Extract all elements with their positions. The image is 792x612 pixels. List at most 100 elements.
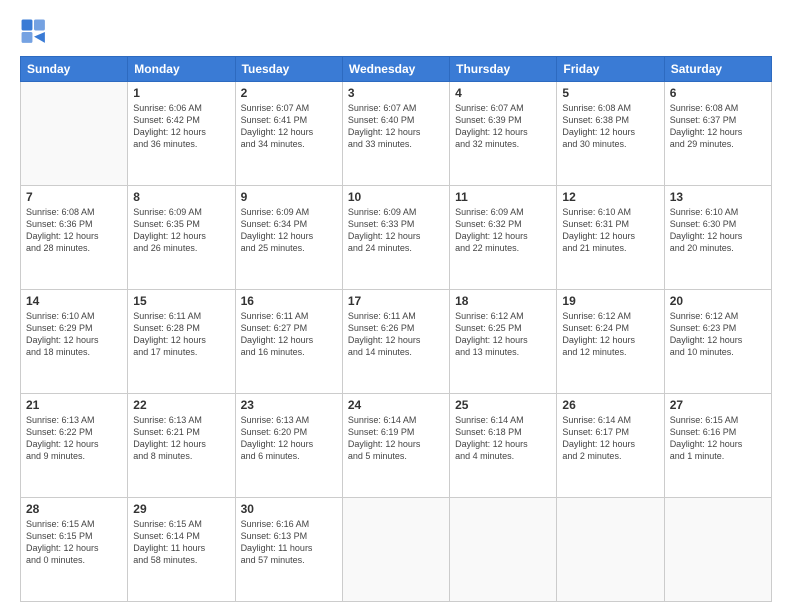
week-row-3: 14 Sunrise: 6:10 AM Sunset: 6:29 PM Dayli… xyxy=(21,290,772,394)
day-info: Sunrise: 6:15 AM Sunset: 6:15 PM Dayligh… xyxy=(26,518,122,567)
day-cell: 5 Sunrise: 6:08 AM Sunset: 6:38 PM Daylig… xyxy=(557,82,664,186)
day-info: Sunrise: 6:08 AM Sunset: 6:37 PM Dayligh… xyxy=(670,102,766,151)
day-number: 19 xyxy=(562,294,658,308)
day-cell xyxy=(450,498,557,602)
calendar-table: SundayMondayTuesdayWednesdayThursdayFrid… xyxy=(20,56,772,602)
day-cell: 23 Sunrise: 6:13 AM Sunset: 6:20 PM Dayli… xyxy=(235,394,342,498)
day-info: Sunrise: 6:10 AM Sunset: 6:31 PM Dayligh… xyxy=(562,206,658,255)
day-number: 13 xyxy=(670,190,766,204)
day-info: Sunrise: 6:16 AM Sunset: 6:13 PM Dayligh… xyxy=(241,518,337,567)
weekday-header-row: SundayMondayTuesdayWednesdayThursdayFrid… xyxy=(21,57,772,82)
logo-icon xyxy=(20,18,48,46)
day-info: Sunrise: 6:09 AM Sunset: 6:33 PM Dayligh… xyxy=(348,206,444,255)
day-info: Sunrise: 6:12 AM Sunset: 6:25 PM Dayligh… xyxy=(455,310,551,359)
day-info: Sunrise: 6:15 AM Sunset: 6:14 PM Dayligh… xyxy=(133,518,229,567)
day-info: Sunrise: 6:14 AM Sunset: 6:18 PM Dayligh… xyxy=(455,414,551,463)
day-info: Sunrise: 6:14 AM Sunset: 6:19 PM Dayligh… xyxy=(348,414,444,463)
day-cell: 21 Sunrise: 6:13 AM Sunset: 6:22 PM Dayli… xyxy=(21,394,128,498)
day-info: Sunrise: 6:11 AM Sunset: 6:27 PM Dayligh… xyxy=(241,310,337,359)
weekday-header-monday: Monday xyxy=(128,57,235,82)
day-cell: 25 Sunrise: 6:14 AM Sunset: 6:18 PM Dayli… xyxy=(450,394,557,498)
day-number: 29 xyxy=(133,502,229,516)
day-cell: 4 Sunrise: 6:07 AM Sunset: 6:39 PM Daylig… xyxy=(450,82,557,186)
day-info: Sunrise: 6:12 AM Sunset: 6:23 PM Dayligh… xyxy=(670,310,766,359)
day-info: Sunrise: 6:11 AM Sunset: 6:28 PM Dayligh… xyxy=(133,310,229,359)
weekday-header-tuesday: Tuesday xyxy=(235,57,342,82)
day-info: Sunrise: 6:10 AM Sunset: 6:30 PM Dayligh… xyxy=(670,206,766,255)
day-info: Sunrise: 6:09 AM Sunset: 6:34 PM Dayligh… xyxy=(241,206,337,255)
day-cell: 1Sunrise: 6:06 AM Sunset: 6:42 PM Daylig… xyxy=(128,82,235,186)
day-info: Sunrise: 6:07 AM Sunset: 6:40 PM Dayligh… xyxy=(348,102,444,151)
day-cell: 22 Sunrise: 6:13 AM Sunset: 6:21 PM Dayli… xyxy=(128,394,235,498)
day-info: Sunrise: 6:15 AM Sunset: 6:16 PM Dayligh… xyxy=(670,414,766,463)
day-info: Sunrise: 6:10 AM Sunset: 6:29 PM Dayligh… xyxy=(26,310,122,359)
weekday-header-sunday: Sunday xyxy=(21,57,128,82)
day-cell xyxy=(21,82,128,186)
week-row-4: 21 Sunrise: 6:13 AM Sunset: 6:22 PM Dayli… xyxy=(21,394,772,498)
day-number: 12 xyxy=(562,190,658,204)
day-number: 23 xyxy=(241,398,337,412)
day-info: Sunrise: 6:14 AM Sunset: 6:17 PM Dayligh… xyxy=(562,414,658,463)
day-cell: 18 Sunrise: 6:12 AM Sunset: 6:25 PM Dayli… xyxy=(450,290,557,394)
day-number: 30 xyxy=(241,502,337,516)
day-number: 18 xyxy=(455,294,551,308)
week-row-5: 28 Sunrise: 6:15 AM Sunset: 6:15 PM Dayli… xyxy=(21,498,772,602)
day-info: Sunrise: 6:13 AM Sunset: 6:21 PM Dayligh… xyxy=(133,414,229,463)
day-info: Sunrise: 6:09 AM Sunset: 6:35 PM Dayligh… xyxy=(133,206,229,255)
day-number: 25 xyxy=(455,398,551,412)
day-cell xyxy=(664,498,771,602)
weekday-header-saturday: Saturday xyxy=(664,57,771,82)
day-cell: 11Sunrise: 6:09 AM Sunset: 6:32 PM Dayli… xyxy=(450,186,557,290)
day-info: Sunrise: 6:07 AM Sunset: 6:41 PM Dayligh… xyxy=(241,102,337,151)
day-number: 22 xyxy=(133,398,229,412)
day-number: 16 xyxy=(241,294,337,308)
day-cell: 28 Sunrise: 6:15 AM Sunset: 6:15 PM Dayli… xyxy=(21,498,128,602)
day-number: 8 xyxy=(133,190,229,204)
week-row-2: 7 Sunrise: 6:08 AM Sunset: 6:36 PM Daylig… xyxy=(21,186,772,290)
day-number: 7 xyxy=(26,190,122,204)
day-number: 11 xyxy=(455,190,551,204)
page: SundayMondayTuesdayWednesdayThursdayFrid… xyxy=(0,0,792,612)
day-number: 26 xyxy=(562,398,658,412)
day-info: Sunrise: 6:07 AM Sunset: 6:39 PM Dayligh… xyxy=(455,102,551,151)
day-info: Sunrise: 6:12 AM Sunset: 6:24 PM Dayligh… xyxy=(562,310,658,359)
week-row-1: 1Sunrise: 6:06 AM Sunset: 6:42 PM Daylig… xyxy=(21,82,772,186)
day-info: Sunrise: 6:13 AM Sunset: 6:22 PM Dayligh… xyxy=(26,414,122,463)
day-cell: 13 Sunrise: 6:10 AM Sunset: 6:30 PM Dayli… xyxy=(664,186,771,290)
day-cell: 3 Sunrise: 6:07 AM Sunset: 6:40 PM Daylig… xyxy=(342,82,449,186)
day-number: 9 xyxy=(241,190,337,204)
day-cell: 20Sunrise: 6:12 AM Sunset: 6:23 PM Dayli… xyxy=(664,290,771,394)
day-cell: 30 Sunrise: 6:16 AM Sunset: 6:13 PM Dayli… xyxy=(235,498,342,602)
day-number: 6 xyxy=(670,86,766,100)
day-number: 27 xyxy=(670,398,766,412)
day-number: 28 xyxy=(26,502,122,516)
day-info: Sunrise: 6:13 AM Sunset: 6:20 PM Dayligh… xyxy=(241,414,337,463)
day-cell: 10Sunrise: 6:09 AM Sunset: 6:33 PM Dayli… xyxy=(342,186,449,290)
day-cell: 14 Sunrise: 6:10 AM Sunset: 6:29 PM Dayli… xyxy=(21,290,128,394)
day-number: 4 xyxy=(455,86,551,100)
day-info: Sunrise: 6:08 AM Sunset: 6:36 PM Dayligh… xyxy=(26,206,122,255)
day-cell xyxy=(342,498,449,602)
weekday-header-friday: Friday xyxy=(557,57,664,82)
day-cell: 16 Sunrise: 6:11 AM Sunset: 6:27 PM Dayli… xyxy=(235,290,342,394)
day-number: 15 xyxy=(133,294,229,308)
day-cell: 9 Sunrise: 6:09 AM Sunset: 6:34 PM Daylig… xyxy=(235,186,342,290)
day-number: 24 xyxy=(348,398,444,412)
day-cell: 8 Sunrise: 6:09 AM Sunset: 6:35 PM Daylig… xyxy=(128,186,235,290)
day-cell: 15 Sunrise: 6:11 AM Sunset: 6:28 PM Dayli… xyxy=(128,290,235,394)
day-info: Sunrise: 6:06 AM Sunset: 6:42 PM Dayligh… xyxy=(133,102,229,151)
logo xyxy=(20,18,52,46)
day-cell: 7 Sunrise: 6:08 AM Sunset: 6:36 PM Daylig… xyxy=(21,186,128,290)
day-number: 14 xyxy=(26,294,122,308)
day-cell: 2 Sunrise: 6:07 AM Sunset: 6:41 PM Daylig… xyxy=(235,82,342,186)
weekday-header-wednesday: Wednesday xyxy=(342,57,449,82)
day-number: 5 xyxy=(562,86,658,100)
day-cell xyxy=(557,498,664,602)
day-number: 2 xyxy=(241,86,337,100)
day-number: 21 xyxy=(26,398,122,412)
day-cell: 12 Sunrise: 6:10 AM Sunset: 6:31 PM Dayli… xyxy=(557,186,664,290)
day-cell: 27 Sunrise: 6:15 AM Sunset: 6:16 PM Dayli… xyxy=(664,394,771,498)
day-number: 3 xyxy=(348,86,444,100)
day-info: Sunrise: 6:08 AM Sunset: 6:38 PM Dayligh… xyxy=(562,102,658,151)
day-number: 17 xyxy=(348,294,444,308)
